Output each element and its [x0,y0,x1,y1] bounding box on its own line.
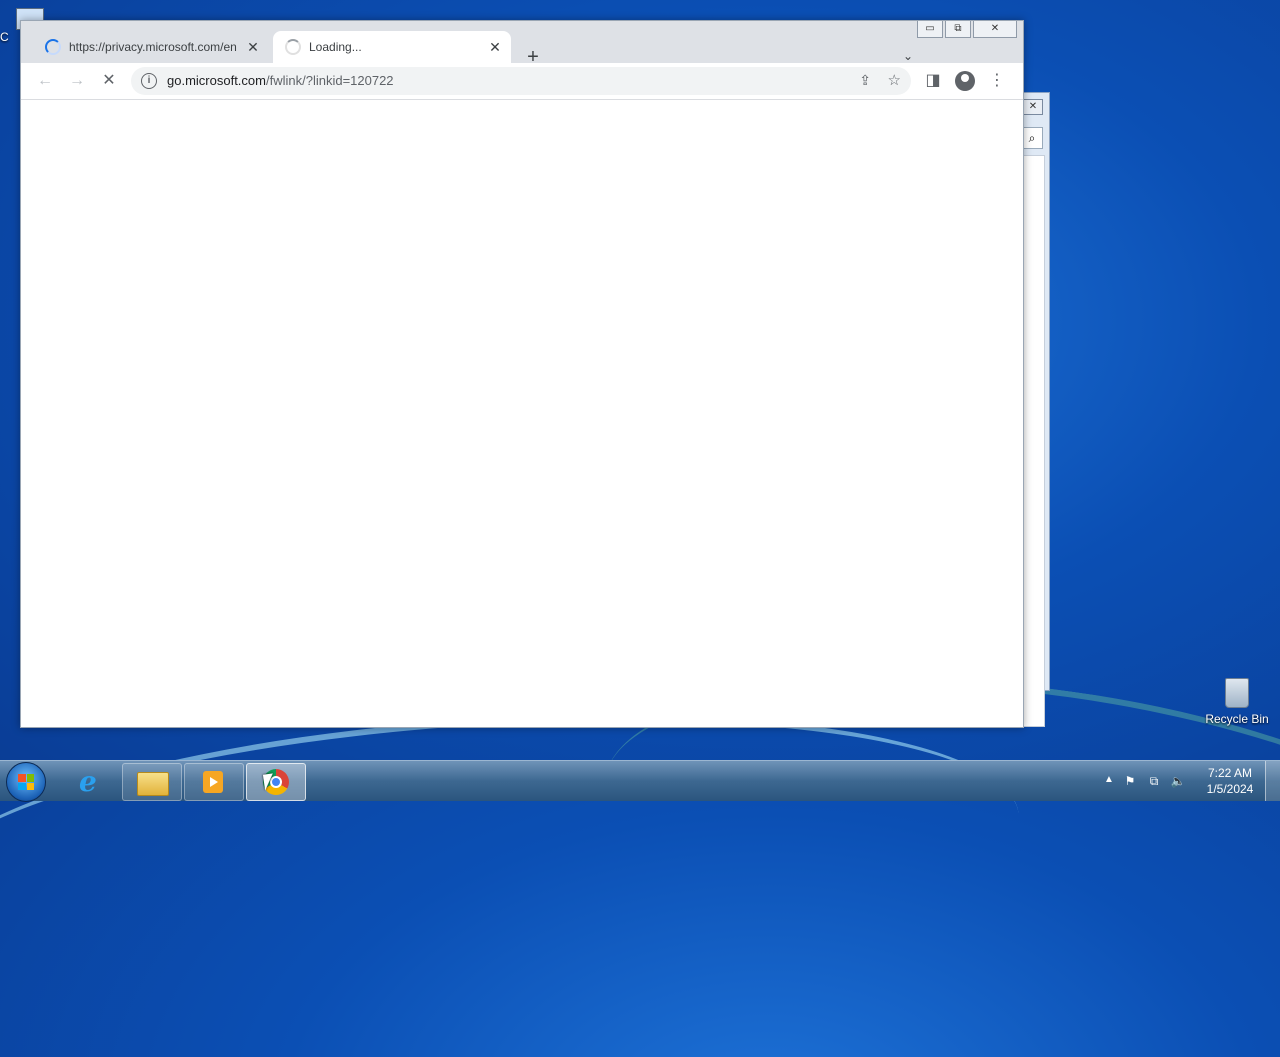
show-desktop-button[interactable] [1265,761,1280,801]
profile-avatar-icon[interactable] [955,71,975,91]
media-player-icon [203,771,223,793]
windows-logo-icon [18,774,34,790]
menu-icon[interactable]: ⋮ [987,71,1007,91]
url-text[interactable]: go.microsoft.com/fwlink/?linkid=120722 [167,73,394,88]
back-icon[interactable]: ← [35,71,55,91]
tab-privacy[interactable]: https://privacy.microsoft.com/en ✕ [33,31,269,63]
url-host: go.microsoft.com [167,73,266,88]
loading-spinner-icon [285,39,301,55]
taskbar: e ▲ ⚑ ⧉ 🔈 7:22 AM 1/5/2024 [0,760,1280,802]
tab-loading[interactable]: Loading... ✕ [273,31,511,63]
internet-explorer-icon: e [79,765,97,798]
taskbar-chrome[interactable] [246,763,306,801]
tab-title: https://privacy.microsoft.com/en [69,40,237,54]
side-panel-icon[interactable]: ◨ [923,71,943,91]
tab-title: Loading... [309,40,362,54]
background-window-body [1023,155,1045,727]
url-path: /fwlink/?linkid=120722 [265,73,394,88]
desktop-icon-recycle-bin[interactable]: Recycle Bin [1204,678,1270,726]
chrome-window: ▭ ⧉ ✕ https://privacy.microsoft.com/en ✕… [20,20,1024,728]
close-tab-icon[interactable]: ✕ [487,39,503,55]
recycle-bin-label: Recycle Bin [1205,712,1269,726]
show-hidden-icons-icon[interactable]: ▲ [1104,774,1114,785]
mouse-cursor-icon [262,773,276,791]
action-center-icon[interactable]: ⚑ [1122,773,1138,789]
browser-toolbar: ← → ✕ i go.microsoft.com/fwlink/?linkid=… [21,63,1023,100]
recycle-bin-icon [1225,678,1249,708]
taskbar-file-explorer[interactable] [122,763,182,801]
loading-spinner-icon [45,39,61,55]
stop-icon[interactable]: ✕ [99,71,119,91]
volume-icon[interactable]: 🔈 [1170,773,1186,789]
address-bar[interactable]: i go.microsoft.com/fwlink/?linkid=120722… [131,67,911,95]
taskbar-media-player[interactable] [184,763,244,801]
tab-search-icon[interactable]: ⌄ [903,49,913,63]
start-button[interactable] [6,762,46,802]
folder-icon [137,772,169,796]
clock[interactable]: 7:22 AM 1/5/2024 [1196,765,1264,797]
share-icon[interactable]: ⇪ [859,72,871,89]
network-icon[interactable]: ⧉ [1146,773,1162,789]
close-tab-icon[interactable]: ✕ [245,39,261,55]
clock-date: 1/5/2024 [1206,782,1254,796]
search-icon[interactable]: ⌕ [1021,127,1043,149]
site-info-icon[interactable]: i [141,73,157,89]
taskbar-internet-explorer[interactable]: e [62,763,122,801]
page-content [21,100,1023,727]
bookmark-star-icon[interactable]: ☆ [888,71,901,89]
clock-time: 7:22 AM [1207,766,1253,780]
background-window-close-button[interactable]: ✕ [1023,99,1043,115]
tab-strip: https://privacy.microsoft.com/en ✕ Loadi… [21,31,1023,67]
forward-icon[interactable]: → [67,71,87,91]
